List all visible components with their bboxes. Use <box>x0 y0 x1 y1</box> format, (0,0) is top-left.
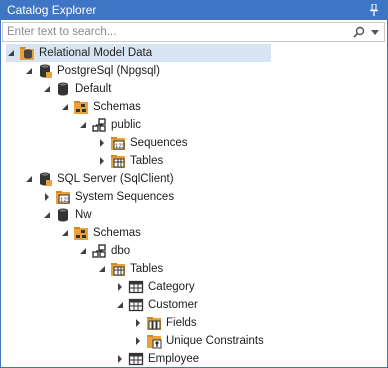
collapsed-arrow-icon[interactable] <box>97 156 107 166</box>
svg-text:123: 123 <box>115 144 126 150</box>
tree-node-employee[interactable]: Employee <box>115 350 199 368</box>
tree-node-label: SQL Server (SqlClient) <box>57 173 174 185</box>
tree-node-label: Schemas <box>93 101 141 113</box>
tree-node-label: Unique Constraints <box>166 335 264 347</box>
search-options-dropdown[interactable] <box>369 24 381 40</box>
tables-icon <box>110 261 126 277</box>
tree-node-sql-server[interactable]: SQL Server (SqlClient) <box>24 170 174 188</box>
tree-node-label: Category <box>148 281 195 293</box>
tree-node-label: Employee <box>148 353 200 365</box>
tree-node-category[interactable]: Category <box>115 278 195 296</box>
expanded-arrow-icon[interactable] <box>115 300 125 310</box>
tree-node-label: Tables <box>130 263 164 275</box>
tree-node-sequences[interactable]: 123 Sequences <box>97 134 188 152</box>
sequences-icon: 123 <box>110 135 126 151</box>
tree-node-label: Relational Model Data <box>39 47 153 59</box>
panel-titlebar: Catalog Explorer <box>1 0 387 20</box>
search-box <box>2 22 385 42</box>
expanded-arrow-icon[interactable] <box>24 174 34 184</box>
tree-node-tables[interactable]: Tables <box>97 260 163 278</box>
tree-node-unique-constraints[interactable]: Unique Constraints <box>133 332 264 350</box>
svg-text:123: 123 <box>60 198 71 204</box>
tree-node-public[interactable]: public <box>78 116 141 134</box>
expanded-arrow-icon[interactable] <box>78 120 88 130</box>
collapsed-arrow-icon[interactable] <box>115 354 125 364</box>
tree-node-postgresql[interactable]: PostgreSql (Npgsql) <box>24 62 160 80</box>
tree-node-label: Sequences <box>130 137 188 149</box>
tree-node-label: dbo <box>111 245 131 257</box>
collapsed-arrow-icon[interactable] <box>133 318 143 328</box>
tree-node-schemas[interactable]: Schemas <box>60 224 141 242</box>
catalog-explorer-panel: Catalog Explorer Relational Model Data P… <box>0 0 388 368</box>
collapsed-arrow-icon[interactable] <box>115 282 125 292</box>
expanded-arrow-icon[interactable] <box>24 66 34 76</box>
expanded-arrow-icon[interactable] <box>60 102 70 112</box>
tree-node-default[interactable]: Default <box>42 80 111 98</box>
expanded-arrow-icon[interactable] <box>60 228 70 238</box>
tree-node-label: System Sequences <box>75 191 175 203</box>
tree-node-customer[interactable]: Customer <box>115 296 198 314</box>
database-icon <box>55 81 71 97</box>
table-icon <box>128 351 144 367</box>
tree-node-system-sequences[interactable]: 123 System Sequences <box>42 188 174 206</box>
table-icon <box>128 279 144 295</box>
search-input[interactable] <box>3 23 351 41</box>
collapsed-arrow-icon[interactable] <box>42 192 52 202</box>
expanded-arrow-icon[interactable] <box>42 84 52 94</box>
expanded-arrow-icon[interactable] <box>42 210 52 220</box>
tree-node-label: Tables <box>130 155 164 167</box>
tree-node-label: Nw <box>75 209 92 221</box>
table-icon <box>128 297 144 313</box>
collapsed-arrow-icon[interactable] <box>97 138 107 148</box>
tree-node-fields[interactable]: Fields <box>133 314 197 332</box>
tree-node-label: public <box>111 119 142 131</box>
tree-node-label: Default <box>75 83 112 95</box>
model-data-icon <box>19 45 35 61</box>
database-icon <box>55 207 71 223</box>
panel-title: Catalog Explorer <box>7 3 97 17</box>
search-icon[interactable] <box>351 24 367 40</box>
fields-icon <box>146 315 162 331</box>
schemas-icon <box>73 99 89 115</box>
tree-node-label: Fields <box>166 317 197 329</box>
tree-node-label: PostgreSql (Npgsql) <box>57 65 160 77</box>
tree-node-schemas[interactable]: Schemas <box>60 98 141 116</box>
schemas-icon <box>73 225 89 241</box>
expanded-arrow-icon[interactable] <box>78 246 88 256</box>
unique-constraints-icon <box>146 333 162 349</box>
collapsed-arrow-icon[interactable] <box>133 336 143 346</box>
tables-icon <box>110 153 126 169</box>
expanded-arrow-icon[interactable] <box>97 264 107 274</box>
database-server-icon <box>37 171 53 187</box>
tree-node-relational-model-data[interactable]: Relational Model Data <box>6 44 271 62</box>
tree-node-dbo[interactable]: dbo <box>78 242 130 260</box>
tree-node-tables[interactable]: Tables <box>97 152 163 170</box>
expanded-arrow-icon[interactable] <box>6 48 16 58</box>
schema-icon <box>91 117 107 133</box>
database-server-icon <box>37 63 53 79</box>
tree-node-label: Schemas <box>93 227 141 239</box>
schema-icon <box>91 243 107 259</box>
tree-node-nw[interactable]: Nw <box>42 206 92 224</box>
tree-node-label: Customer <box>148 299 198 311</box>
pin-icon[interactable] <box>367 3 381 17</box>
sequences-icon: 123 <box>55 189 71 205</box>
